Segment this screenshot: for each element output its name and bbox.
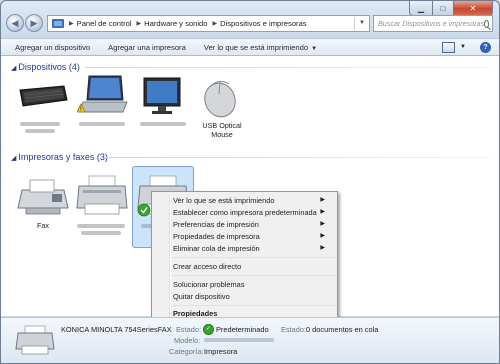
explorer-window: ▁ □ ✕ ◀ ▶ ▶ Panel de control ▶ Hardware … bbox=[0, 0, 500, 364]
printers-group-header[interactable]: ◢ Impresoras y faxes (3) bbox=[11, 152, 108, 162]
chevron-down-icon: ▼ bbox=[311, 45, 318, 52]
menu-item-troubleshoot[interactable]: Solucionar problemas bbox=[173, 279, 244, 290]
details-status-key: Estado: bbox=[176, 325, 202, 334]
printer-icon[interactable] bbox=[75, 174, 129, 220]
view-dropdown-icon[interactable]: ▼ bbox=[460, 44, 466, 50]
menu-item-see-printing[interactable]: Ver lo que se está imprimiendo ▶ bbox=[173, 195, 333, 206]
window-controls: ▁ □ ✕ bbox=[409, 1, 493, 16]
search-icon bbox=[484, 19, 489, 28]
device-label-monitor bbox=[140, 122, 186, 126]
device-label-laptop bbox=[79, 122, 125, 126]
printer-label-fax: Fax bbox=[37, 221, 49, 230]
details-status-value: Predeterminado bbox=[216, 325, 269, 334]
back-button[interactable]: ◀ bbox=[6, 14, 24, 32]
help-icon[interactable]: ? bbox=[480, 41, 491, 53]
forward-button[interactable]: ▶ bbox=[25, 14, 43, 32]
monitor-icon[interactable] bbox=[140, 76, 184, 116]
details-queue-value: 0 documentos en cola bbox=[306, 325, 379, 334]
device-label-mouse: USB Optical Mouse bbox=[202, 121, 242, 139]
breadcrumb-devices-printers[interactable]: Dispositivos e impresoras bbox=[220, 19, 307, 28]
details-category-key: Categoría: bbox=[169, 347, 204, 356]
fax-printer-icon[interactable] bbox=[16, 176, 70, 218]
submenu-arrow-icon: ▶ bbox=[320, 233, 325, 239]
breadcrumb-hardware-sound[interactable]: Hardware y sonido bbox=[144, 19, 207, 28]
laptop-icon[interactable]: ! bbox=[77, 74, 129, 118]
view-options-icon[interactable] bbox=[442, 41, 456, 53]
command-bar: Agregar un dispositivo Agregar una impre… bbox=[1, 38, 499, 56]
submenu-arrow-icon: ▶ bbox=[320, 221, 325, 227]
details-pane: KONICA MINOLTA 754SeriesFAX Estado: ✓ Pr… bbox=[1, 317, 499, 363]
details-status2-key: Estado: bbox=[281, 325, 307, 334]
keyboard-icon[interactable] bbox=[16, 84, 68, 110]
menu-item-set-default[interactable]: Establecer como impresora predeterminada… bbox=[173, 207, 333, 218]
menu-item-remove-device[interactable]: Quitar dispositivo bbox=[173, 291, 230, 302]
search-input[interactable]: Buscar Dispositivos e impresoras bbox=[373, 15, 493, 32]
device-label-keyboard bbox=[20, 122, 60, 126]
address-dropdown-icon[interactable]: ▼ bbox=[354, 17, 369, 30]
submenu-arrow-icon: ▶ bbox=[320, 209, 325, 215]
see-printing-button[interactable]: Ver lo que se está imprimiendo ▼ bbox=[204, 43, 317, 52]
printer-thumbnail-icon bbox=[15, 325, 55, 355]
details-category-value: Impresora bbox=[204, 347, 238, 356]
details-device-name: KONICA MINOLTA 754SeriesFAX bbox=[61, 325, 172, 334]
devices-group-header[interactable]: ◢ Dispositivos (4) bbox=[11, 62, 80, 72]
context-menu: Ver lo que se está imprimiendo ▶ Establec… bbox=[151, 191, 338, 322]
mouse-icon[interactable] bbox=[197, 74, 243, 120]
group-divider bbox=[85, 67, 490, 68]
details-model-value bbox=[204, 338, 274, 342]
details-model-key: Modelo: bbox=[174, 336, 201, 345]
add-printer-button[interactable]: Agregar una impresora bbox=[108, 43, 186, 52]
printer-label-2 bbox=[77, 224, 125, 228]
control-panel-icon bbox=[52, 19, 64, 28]
minimize-button[interactable]: ▁ bbox=[409, 1, 433, 16]
close-button[interactable]: ✕ bbox=[454, 1, 493, 16]
status-ok-icon: ✓ bbox=[203, 324, 214, 335]
menu-item-create-shortcut[interactable]: Crear acceso directo bbox=[173, 261, 241, 272]
menu-separator bbox=[172, 305, 335, 306]
menu-separator bbox=[172, 257, 335, 258]
address-bar[interactable]: ▶ Panel de control ▶ Hardware y sonido ▶… bbox=[47, 15, 370, 32]
menu-separator bbox=[172, 275, 335, 276]
menu-item-remove-queue[interactable]: Eliminar cola de impresión ▶ bbox=[173, 243, 333, 254]
submenu-arrow-icon: ▶ bbox=[320, 245, 325, 251]
menu-item-printer-properties[interactable]: Propiedades de impresora ▶ bbox=[173, 231, 333, 242]
breadcrumb-control-panel[interactable]: Panel de control bbox=[77, 19, 132, 28]
group-divider bbox=[105, 157, 490, 158]
submenu-arrow-icon: ▶ bbox=[320, 197, 325, 203]
add-device-button[interactable]: Agregar un dispositivo bbox=[15, 43, 90, 52]
menu-item-print-preferences[interactable]: Preferencias de impresión ▶ bbox=[173, 219, 333, 230]
maximize-button[interactable]: □ bbox=[433, 1, 454, 16]
